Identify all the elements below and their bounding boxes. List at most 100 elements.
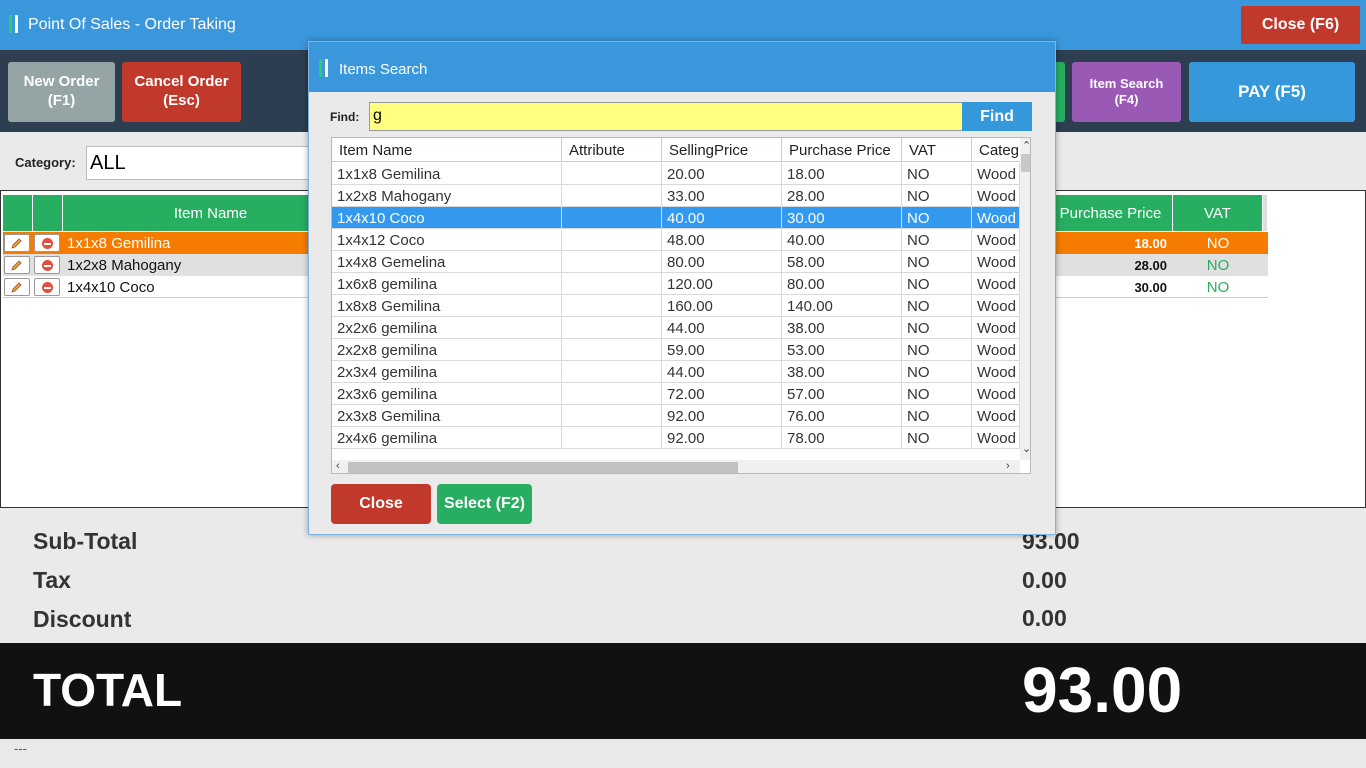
col-selling-price[interactable]: SellingPrice: [662, 138, 782, 162]
item-cell-attribute: [562, 339, 662, 361]
item-cell-selling: 92.00: [662, 427, 782, 449]
item-search-button[interactable]: Item Search (F4): [1072, 62, 1181, 122]
item-cell-name: 2x2x8 gemilina: [332, 339, 562, 361]
pencil-icon: [11, 282, 22, 293]
delete-row-button[interactable]: [34, 256, 60, 274]
order-col-vat: VAT: [1173, 195, 1263, 231]
order-purchase-price: 30.00: [1134, 279, 1167, 295]
item-cell-selling: 33.00: [662, 185, 782, 207]
item-cell-purchase: 28.00: [782, 185, 902, 207]
item-cell-name: 2x3x4 gemilina: [332, 361, 562, 383]
col-vat[interactable]: VAT: [902, 138, 972, 162]
vertical-scroll-thumb[interactable]: [1021, 154, 1030, 172]
item-cell-category: Wood: [972, 273, 1020, 295]
item-cell-selling: 120.00: [662, 273, 782, 295]
delete-row-button[interactable]: [34, 278, 60, 296]
item-cell-selling: 160.00: [662, 295, 782, 317]
item-row[interactable]: 2x3x4 gemilina 44.00 38.00 NO Wood: [332, 361, 1020, 383]
item-row[interactable]: 1x1x8 Gemilina 20.00 18.00 NO Wood: [332, 163, 1020, 185]
item-cell-vat: NO: [902, 207, 972, 229]
item-row[interactable]: 1x6x8 gemilina 120.00 80.00 NO Wood: [332, 273, 1020, 295]
item-cell-vat: NO: [902, 273, 972, 295]
order-purchase-price: 18.00: [1134, 235, 1167, 251]
item-cell-name: 2x4x6 gemilina: [332, 427, 562, 449]
items-search-dialog: Items Search Find: g Find Item Name Attr…: [308, 41, 1056, 535]
item-cell-name: 1x4x10 Coco: [332, 207, 562, 229]
item-cell-purchase: 78.00: [782, 427, 902, 449]
item-cell-vat: NO: [902, 427, 972, 449]
col-item-name[interactable]: Item Name: [332, 138, 562, 162]
item-cell-attribute: [562, 361, 662, 383]
status-text: ---: [14, 741, 27, 756]
order-vat: NO: [1206, 234, 1230, 252]
dialog-title: Items Search: [339, 61, 428, 78]
item-row[interactable]: 2x3x6 gemilina 72.00 57.00 NO Wood: [332, 383, 1020, 405]
scroll-down-icon[interactable]: ⌄: [1022, 442, 1030, 455]
item-row[interactable]: 2x2x6 gemilina 44.00 38.00 NO Wood: [332, 317, 1020, 339]
close-window-button[interactable]: Close (F6): [1241, 6, 1360, 44]
order-item-name: 1x4x10 Coco: [67, 278, 155, 296]
scroll-right-icon[interactable]: ›: [1006, 460, 1010, 472]
item-cell-attribute: [562, 295, 662, 317]
new-order-button[interactable]: New Order (F1): [8, 62, 115, 122]
col-attribute[interactable]: Attribute: [562, 138, 662, 162]
item-cell-attribute: [562, 251, 662, 273]
find-button[interactable]: Find: [962, 102, 1032, 131]
item-row[interactable]: 1x4x8 Gemelina 80.00 58.00 NO Wood: [332, 251, 1020, 273]
horizontal-scroll-thumb[interactable]: [348, 462, 738, 473]
remove-icon: [41, 259, 53, 271]
item-cell-purchase: 53.00: [782, 339, 902, 361]
col-category[interactable]: Categ: [972, 138, 1020, 162]
item-row[interactable]: 2x4x6 gemilina 92.00 78.00 NO Wood: [332, 427, 1020, 449]
dialog-close-button[interactable]: Close: [331, 484, 431, 524]
edit-row-button[interactable]: [4, 278, 30, 296]
col-purchase-price[interactable]: Purchase Price: [782, 138, 902, 162]
item-cell-vat: NO: [902, 317, 972, 339]
dialog-title-bar: Items Search: [309, 42, 1055, 92]
item-cell-purchase: 38.00: [782, 361, 902, 383]
item-cell-vat: NO: [902, 229, 972, 251]
item-cell-category: Wood: [972, 207, 1020, 229]
item-cell-name: 2x2x6 gemilina: [332, 317, 562, 339]
item-cell-vat: NO: [902, 339, 972, 361]
app-logo-icon: [319, 59, 329, 77]
item-row[interactable]: 2x3x8 Gemilina 92.00 76.00 NO Wood: [332, 405, 1020, 427]
window-title: Point Of Sales - Order Taking: [28, 16, 236, 33]
item-cell-selling: 44.00: [662, 361, 782, 383]
item-cell-vat: NO: [902, 163, 972, 185]
delete-row-button[interactable]: [34, 234, 60, 252]
item-cell-name: 1x6x8 gemilina: [332, 273, 562, 295]
item-row[interactable]: 2x2x8 gemilina 59.00 53.00 NO Wood: [332, 339, 1020, 361]
subtotal-label: Sub-Total: [33, 528, 138, 554]
item-cell-name: 1x8x8 Gemilina: [332, 295, 562, 317]
edit-row-button[interactable]: [4, 234, 30, 252]
order-col-purchase-price: Purchase Price: [1049, 195, 1173, 231]
item-row[interactable]: 1x4x10 Coco 40.00 30.00 NO Wood: [332, 207, 1020, 229]
horizontal-scrollbar[interactable]: ‹ ›: [332, 460, 1020, 473]
item-cell-vat: NO: [902, 405, 972, 427]
discount-label: Discount: [33, 606, 132, 632]
cancel-order-button[interactable]: Cancel Order (Esc): [122, 62, 241, 122]
item-cell-purchase: 30.00: [782, 207, 902, 229]
scroll-left-icon[interactable]: ‹: [336, 460, 340, 472]
item-row[interactable]: 1x2x8 Mahogany 33.00 28.00 NO Wood: [332, 185, 1020, 207]
dialog-select-button[interactable]: Select (F2): [437, 484, 532, 524]
item-cell-purchase: 57.00: [782, 383, 902, 405]
item-cell-category: Wood: [972, 383, 1020, 405]
item-cell-selling: 48.00: [662, 229, 782, 251]
item-cell-purchase: 18.00: [782, 163, 902, 185]
scroll-up-icon[interactable]: ⌃: [1022, 139, 1030, 152]
edit-row-button[interactable]: [4, 256, 30, 274]
item-cell-purchase: 58.00: [782, 251, 902, 273]
item-row[interactable]: 1x4x12 Coco 48.00 40.00 NO Wood: [332, 229, 1020, 251]
item-row[interactable]: 1x8x8 Gemilina 160.00 140.00 NO Wood: [332, 295, 1020, 317]
pay-button[interactable]: PAY (F5): [1189, 62, 1355, 122]
order-purchase-price: 28.00: [1134, 257, 1167, 273]
find-input[interactable]: g: [369, 102, 963, 131]
category-select[interactable]: ALL: [86, 146, 316, 180]
item-cell-vat: NO: [902, 295, 972, 317]
item-cell-category: Wood: [972, 339, 1020, 361]
items-grid-header: Item Name Attribute SellingPrice Purchas…: [332, 138, 1020, 162]
item-cell-name: 1x2x8 Mahogany: [332, 185, 562, 207]
vertical-scrollbar[interactable]: ⌃ ⌄: [1020, 138, 1030, 460]
